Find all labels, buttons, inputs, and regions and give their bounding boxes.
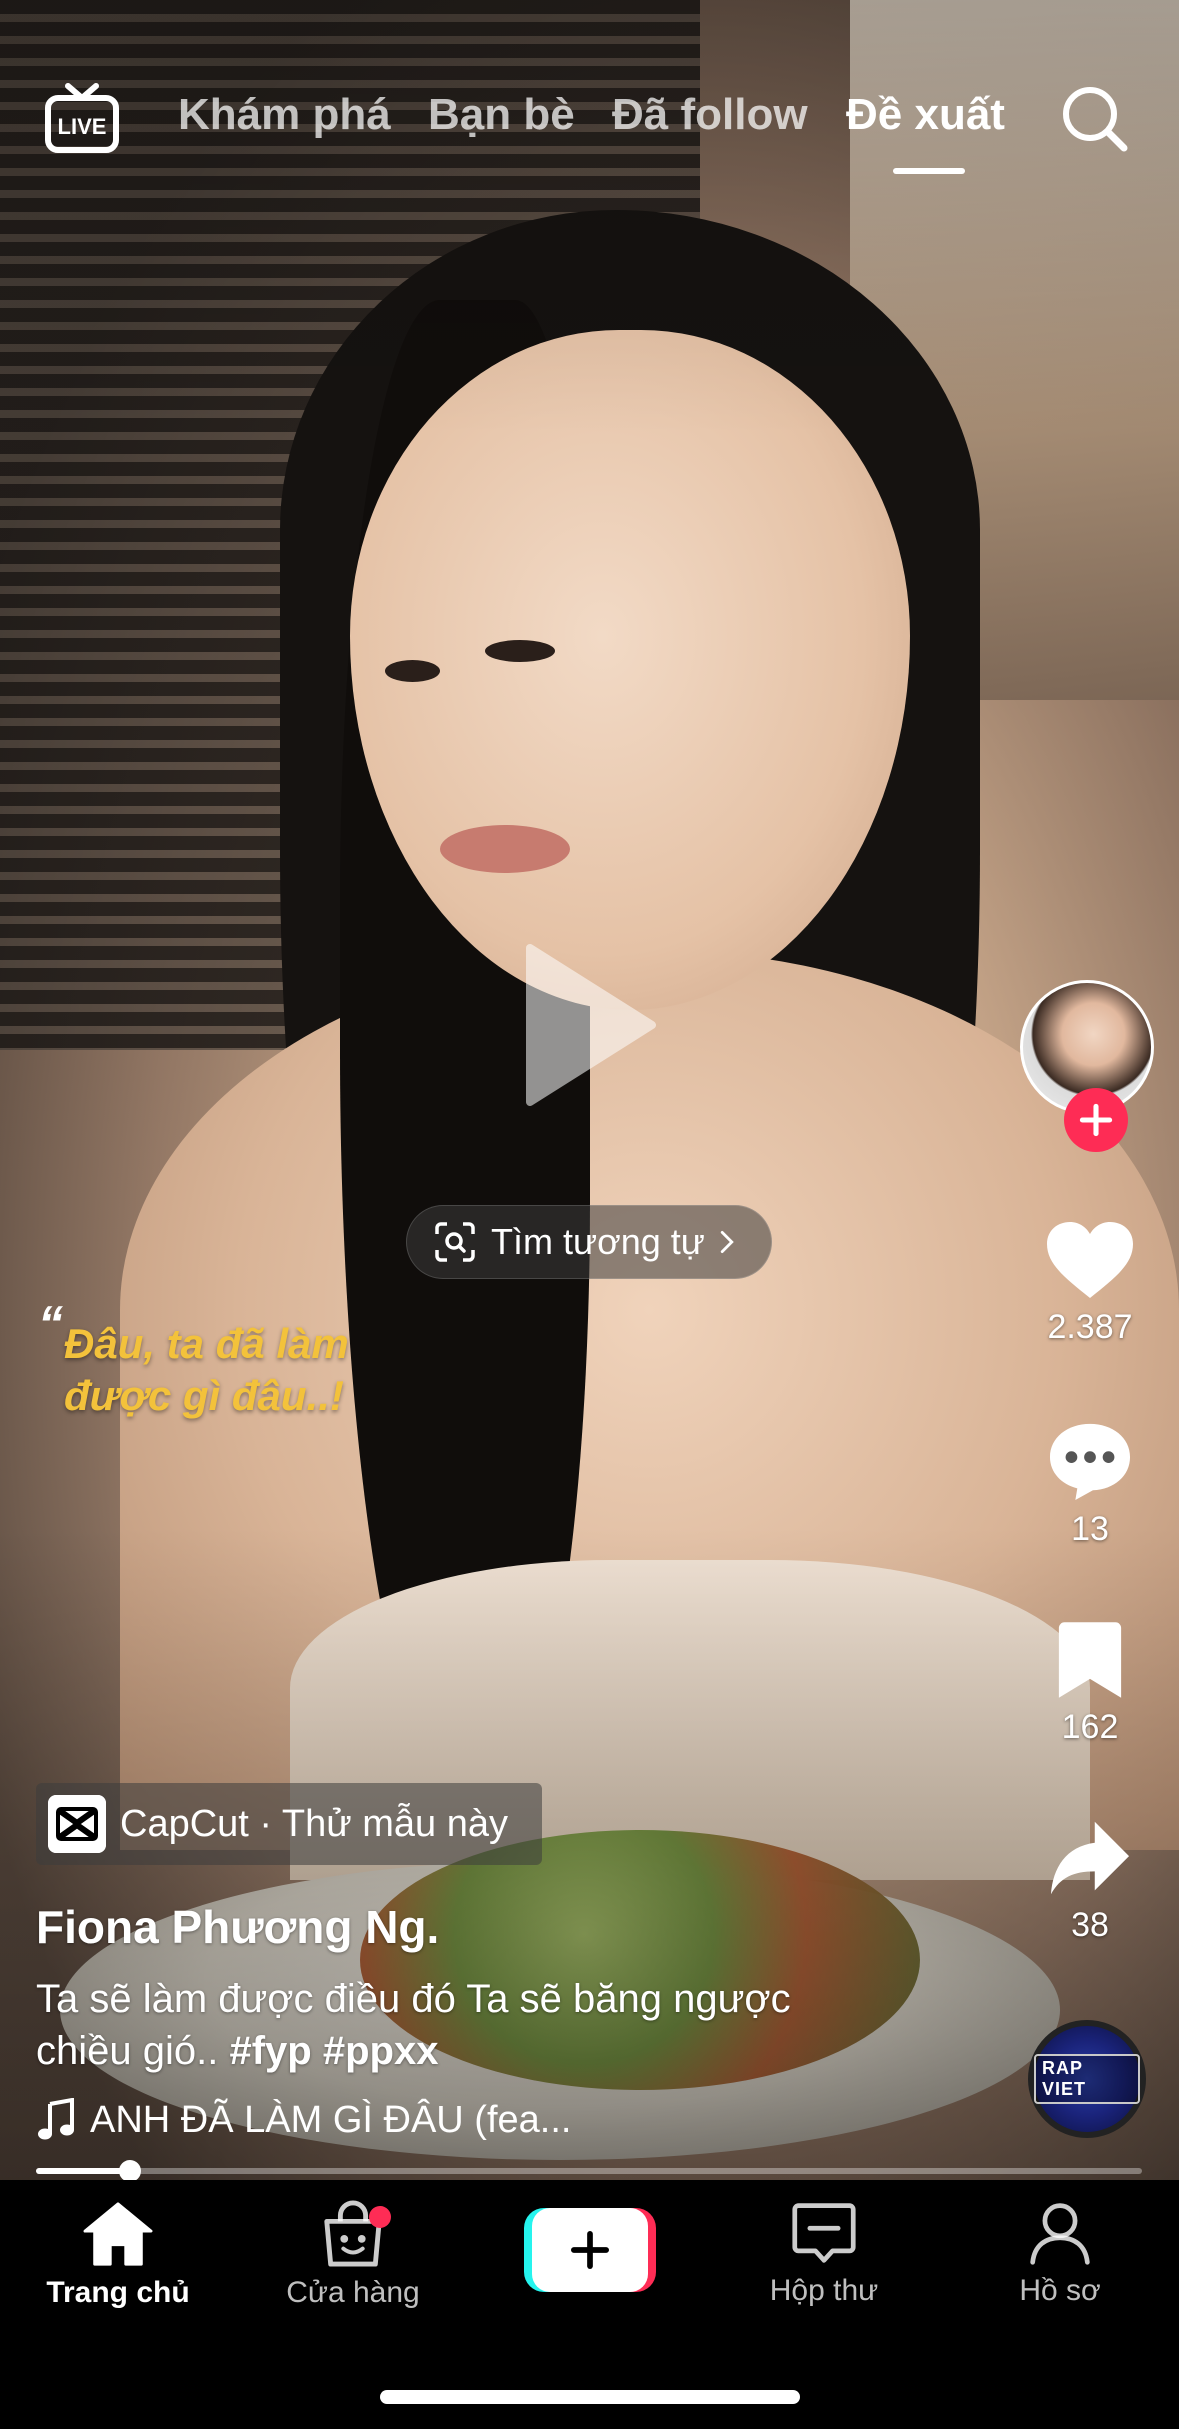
- nav-profile[interactable]: Hồ sơ: [960, 2200, 1160, 2308]
- hashtag-fyp[interactable]: #fyp: [229, 2029, 311, 2073]
- heart-icon: [1047, 1222, 1133, 1298]
- create-button[interactable]: [524, 2208, 656, 2292]
- find-similar-label: Tìm tương tự: [491, 1221, 705, 1262]
- share-count: 38: [1071, 1906, 1109, 1944]
- music-note-icon: [38, 2098, 74, 2140]
- like-button[interactable]: 2.387: [1010, 1220, 1170, 1347]
- visual-search-icon: [435, 1222, 475, 1262]
- active-tab-underline: [893, 168, 965, 174]
- tab-de-xuat[interactable]: Đề xuất: [846, 90, 1005, 140]
- nav-home-label: Trang chủ: [46, 2276, 190, 2309]
- shop-badge: [369, 2206, 391, 2228]
- nav-shop[interactable]: Cửa hàng: [253, 2200, 453, 2310]
- home-icon: [83, 2202, 153, 2266]
- plus-icon: [1079, 1103, 1113, 1137]
- save-count: 162: [1061, 1708, 1119, 1746]
- comment-count: 13: [1071, 1510, 1109, 1548]
- share-arrow-icon: [1050, 1821, 1130, 1895]
- create-plus-icon: [532, 2208, 648, 2292]
- nav-home[interactable]: Trang chủ: [18, 2200, 218, 2310]
- nav-inbox[interactable]: Hộp thư: [724, 2200, 924, 2308]
- nav-profile-label: Hồ sơ: [1019, 2274, 1101, 2307]
- play-icon[interactable]: [520, 940, 660, 1110]
- music-track[interactable]: ANH ĐÃ LÀM GÌ ĐÂU (fea...: [36, 2098, 571, 2142]
- video-progress-knob[interactable]: [119, 2160, 141, 2182]
- nav-shop-label: Cửa hàng: [286, 2276, 420, 2309]
- video-progress-bar[interactable]: [36, 2160, 1142, 2182]
- music-track-title: ANH ĐÃ LÀM GÌ ĐÂU (fea...: [90, 2098, 572, 2141]
- like-count: 2.387: [1047, 1308, 1133, 1346]
- music-disc[interactable]: RAP VIET: [1028, 2020, 1146, 2138]
- top-nav: LIVE Khám phá Bạn bè Đã follow Đề xuất: [0, 60, 1179, 190]
- inbox-icon: [792, 2203, 856, 2263]
- tab-ban-be[interactable]: Bạn bè: [428, 90, 575, 140]
- follow-button[interactable]: [1064, 1088, 1128, 1152]
- creator-username[interactable]: Fiona Phương Ng.: [36, 1900, 439, 1954]
- video-caption[interactable]: Ta sẽ làm được điều đó Ta sẽ băng ngược …: [36, 1973, 816, 2077]
- find-similar-button[interactable]: Tìm tương tự: [406, 1205, 772, 1279]
- capcut-logo-icon: [48, 1795, 106, 1853]
- hashtag-ppxx[interactable]: #ppxx: [323, 2029, 439, 2073]
- overlay-quote-text: Đâu, ta đã làm được gì đâu..!: [64, 1320, 349, 1419]
- save-button[interactable]: 162: [1010, 1620, 1170, 1747]
- nav-inbox-label: Hộp thư: [769, 2274, 879, 2307]
- music-disc-label: RAP VIET: [1034, 2054, 1140, 2104]
- search-icon[interactable]: [1058, 82, 1130, 154]
- tab-da-follow[interactable]: Đã follow: [612, 90, 808, 140]
- bookmark-icon: [1058, 1622, 1122, 1698]
- profile-icon: [1030, 2203, 1090, 2265]
- tab-kham-pha[interactable]: Khám phá: [178, 90, 391, 140]
- comment-button[interactable]: 13: [1010, 1420, 1170, 1549]
- share-button[interactable]: 38: [1010, 1818, 1170, 1945]
- home-indicator: [380, 2390, 800, 2404]
- comment-icon: [1049, 1423, 1131, 1501]
- live-label: LIVE: [58, 114, 107, 139]
- capcut-template-label: CapCut · Thử mẫu này: [120, 1802, 509, 1845]
- live-tv-icon[interactable]: LIVE: [44, 82, 120, 154]
- video-progress-fill: [36, 2168, 130, 2174]
- capcut-template-chip[interactable]: CapCut · Thử mẫu này: [36, 1783, 542, 1865]
- overlay-quote-mark: “: [38, 1296, 63, 1352]
- chevron-right-icon: [720, 1231, 734, 1253]
- creator-avatar-wrap[interactable]: [1020, 980, 1154, 1152]
